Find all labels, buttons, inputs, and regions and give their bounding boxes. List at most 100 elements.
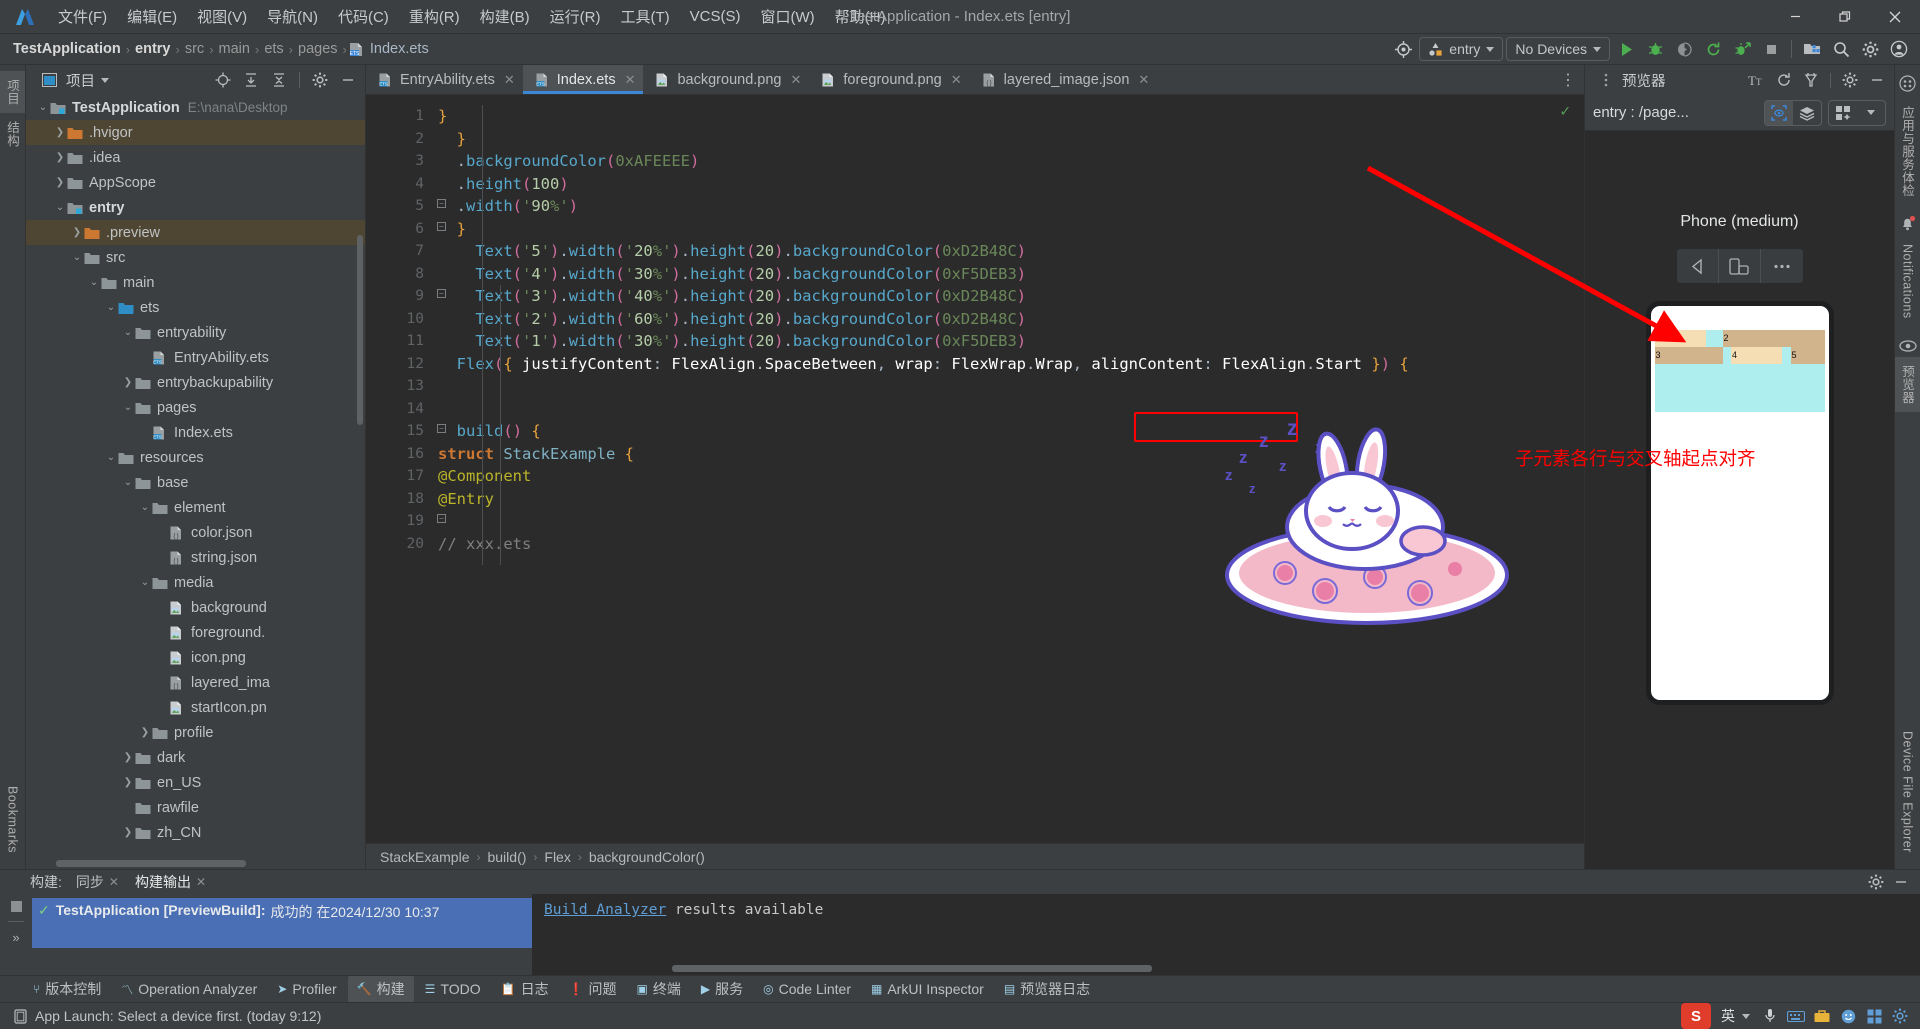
account-icon[interactable] <box>1886 37 1912 61</box>
code-line[interactable]: Text('4').width('30%').height(20).backgr… <box>432 263 1584 286</box>
editor-tab-background-png[interactable]: background.png✕ <box>643 65 809 94</box>
window-controls[interactable] <box>1770 0 1920 33</box>
build-analyzer-link[interactable]: Build Analyzer <box>544 902 666 918</box>
tree-node-element[interactable]: ⌄element <box>26 495 365 520</box>
chevron-down-icon[interactable]: ⌄ <box>138 502 152 513</box>
editor-tab-layered_image-json[interactable]: {}layered_image.json✕ <box>970 65 1158 94</box>
tree-node-base[interactable]: ⌄base <box>26 470 365 495</box>
chevron-down-icon[interactable]: ⌄ <box>121 402 135 413</box>
sidebar-item-bookmarks[interactable]: Bookmarks <box>3 778 23 861</box>
breadcrumb-item-pages[interactable]: pages <box>295 41 341 57</box>
menu-item-window[interactable]: 窗口(W) <box>750 2 824 31</box>
expand-more-icon[interactable]: » <box>12 930 19 945</box>
tree-node-entryability[interactable]: ⌄entryability <box>26 320 365 345</box>
code-line[interactable]: @Entry <box>432 488 1584 511</box>
build-output-text[interactable]: Build Analyzer results available <box>532 894 1920 975</box>
editor-breadcrumb-item-struct[interactable]: StackExample <box>380 849 469 865</box>
expand-all-icon[interactable] <box>240 69 262 91</box>
app-services-icon[interactable] <box>1899 75 1916 92</box>
preview-controls[interactable] <box>1677 249 1803 283</box>
gear-icon[interactable] <box>1865 871 1887 893</box>
hide-panel-icon[interactable] <box>1866 69 1888 91</box>
run-configuration-selector[interactable]: entry <box>1419 37 1503 61</box>
tree-node-dark[interactable]: ❯dark <box>26 745 365 770</box>
tree-node-rawfile[interactable]: rawfile <box>26 795 365 820</box>
keyboard-icon[interactable] <box>1786 1006 1806 1026</box>
toolwindow-button-日志[interactable]: 📋日志 <box>492 976 558 1002</box>
minimize-icon[interactable] <box>1770 0 1820 34</box>
tree-node-starticon.pn[interactable]: startIcon.pn <box>26 695 365 720</box>
settings-icon[interactable] <box>1890 1006 1910 1026</box>
menu-item-tools[interactable]: 工具(T) <box>610 2 679 31</box>
close-icon[interactable]: ✕ <box>504 72 515 88</box>
build-result-row[interactable]: ✓ TestApplication [PreviewBuild]: 成功的 在2… <box>32 898 532 948</box>
sidebar-item-project[interactable]: 项目 <box>0 71 25 113</box>
menu-item-file[interactable]: 文件(F) <box>48 2 117 31</box>
code-line[interactable]: Flex({ justifyContent: FlexAlign.SpaceBe… <box>432 353 1584 376</box>
chevron-right-icon[interactable]: ❯ <box>53 127 67 138</box>
device-selector[interactable]: No Devices <box>1506 37 1610 61</box>
eye-icon[interactable] <box>1899 339 1917 353</box>
more-icon[interactable] <box>1761 249 1803 283</box>
layers-icon[interactable] <box>1793 101 1821 125</box>
target-icon[interactable] <box>1390 37 1416 61</box>
code-line[interactable]: Text('1').width('30%').height(20).backgr… <box>432 330 1584 353</box>
project-tree[interactable]: ⌄TestApplicationE:\nana\Desktop❯.hvigor❯… <box>26 95 365 869</box>
previewer-canvas[interactable]: Phone (medium) 12345 <box>1585 131 1894 869</box>
plug-icon[interactable] <box>1800 69 1822 91</box>
tree-node-.hvigor[interactable]: ❯.hvigor <box>26 120 365 145</box>
system-tray[interactable]: S 英 <box>1681 1003 1920 1029</box>
tree-node-foreground.[interactable]: foreground. <box>26 620 365 645</box>
code-line[interactable] <box>432 510 1584 533</box>
attach-debug-icon[interactable] <box>1729 37 1755 61</box>
tree-node-resources[interactable]: ⌄resources <box>26 445 365 470</box>
code-line[interactable] <box>432 398 1584 421</box>
drag-handle-icon[interactable] <box>1595 69 1617 91</box>
close-icon[interactable]: ✕ <box>790 72 801 88</box>
mic-icon[interactable] <box>1760 1006 1780 1026</box>
chevron-down-icon[interactable]: ⌄ <box>138 577 152 588</box>
editor-tab-bar[interactable]: ETSEntryAbility.ets✕ETSIndex.ets✕backgro… <box>366 65 1584 95</box>
code-line[interactable]: .backgroundColor(0xAFEEEE) <box>432 150 1584 173</box>
tree-node-entrybackupability[interactable]: ❯entrybackupability <box>26 370 365 395</box>
toolwindow-button-profiler[interactable]: ➤Profiler <box>268 978 345 1000</box>
gear-icon[interactable] <box>309 69 331 91</box>
build-panel-actions[interactable] <box>1865 871 1920 893</box>
horizontal-scrollbar[interactable] <box>672 965 1152 972</box>
breadcrumb-item-main[interactable]: main <box>216 41 253 57</box>
code-line[interactable]: Text('5').width('20%').height(20).backgr… <box>432 240 1584 263</box>
chevron-right-icon[interactable]: ❯ <box>121 777 135 788</box>
close-icon[interactable]: ✕ <box>196 875 206 889</box>
code-line[interactable] <box>432 375 1584 398</box>
chevron-down-icon[interactable]: ⌄ <box>36 102 50 113</box>
menu-item-build[interactable]: 构建(B) <box>470 2 540 31</box>
gear-icon[interactable] <box>1839 69 1861 91</box>
chevron-right-icon[interactable]: ❯ <box>70 227 84 238</box>
sidebar-item-device-file-explorer[interactable]: Device File Explorer <box>1898 723 1918 861</box>
locate-icon[interactable] <box>212 69 234 91</box>
breadcrumb-item-file[interactable]: Index.ets <box>367 41 432 57</box>
tree-vertical-scrollbar[interactable] <box>357 235 363 425</box>
chevron-down-icon[interactable]: ⌄ <box>121 327 135 338</box>
hide-panel-icon[interactable] <box>337 69 359 91</box>
tree-node-ets[interactable]: ⌄ets <box>26 295 365 320</box>
editor-tab-entryability-ets[interactable]: ETSEntryAbility.ets✕ <box>366 65 523 94</box>
toolwindow-button-预览器日志[interactable]: ▤预览器日志 <box>995 976 1099 1002</box>
tree-node-layered_ima[interactable]: {}layered_ima <box>26 670 365 695</box>
chevron-down-icon[interactable]: ⌄ <box>104 302 118 313</box>
menu-bar[interactable]: 文件(F) 编辑(E) 视图(V) 导航(N) 代码(C) 重构(R) 构建(B… <box>48 2 895 31</box>
tree-node-string.json[interactable]: {}string.json <box>26 545 365 570</box>
inspector-toggle-group[interactable] <box>1764 100 1822 126</box>
tree-horizontal-scrollbar[interactable] <box>56 860 246 867</box>
notifications-icon[interactable] <box>1899 215 1916 232</box>
menu-item-view[interactable]: 视图(V) <box>187 2 257 31</box>
layout-selector[interactable] <box>1828 100 1886 126</box>
breadcrumb-item-entry[interactable]: entry <box>132 41 173 57</box>
tree-node-entryability.ets[interactable]: ETSEntryAbility.ets <box>26 345 365 370</box>
toolwindow-button-服务[interactable]: ▶服务 <box>692 976 752 1002</box>
code-line[interactable]: build() { <box>432 420 1584 443</box>
tree-node-zh_cn[interactable]: ❯zh_CN <box>26 820 365 845</box>
breadcrumb[interactable]: TestApplication › entry › src › main › e… <box>10 41 432 57</box>
rerun-icon[interactable] <box>1700 37 1726 61</box>
sogou-logo[interactable]: S <box>1681 1003 1711 1029</box>
